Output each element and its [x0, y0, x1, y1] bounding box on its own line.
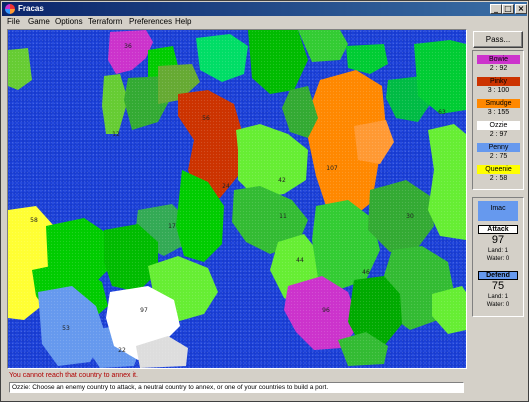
game-map[interactable]: 36 12 56 24 42 107 11 17 44 46 30 63 58 … [7, 29, 467, 369]
player-entry[interactable]: Smudge 3 : 155 [477, 99, 520, 118]
menu-file[interactable]: File [7, 17, 20, 26]
player-score: 2 : 75 [489, 153, 508, 160]
player-score: 3 : 100 [487, 87, 510, 94]
player-list: Bowie 2 : 92 Pinky 3 : 100 Smudge 3 : 15… [472, 50, 524, 190]
player-score: 2 : 58 [489, 175, 508, 182]
player-score: 3 : 155 [487, 109, 510, 116]
country-label: 30 [406, 213, 414, 220]
player-entry[interactable]: Pinky 3 : 100 [477, 77, 520, 96]
country-label: 42 [278, 177, 286, 184]
player-name: Pinky [477, 77, 520, 86]
player-score: 2 : 92 [489, 65, 508, 72]
player-name: Queenie [477, 165, 520, 174]
country-label: 24 [222, 183, 230, 190]
player-name: Penny [477, 143, 520, 152]
status-message: You cannot reach that country to annex i… [9, 372, 138, 379]
menu-bar: File Game Options Terraform Preferences … [2, 16, 527, 29]
country-label: 97 [140, 307, 148, 314]
country-label: 96 [322, 307, 330, 314]
player-entry[interactable]: Bowie 2 : 92 [477, 55, 520, 74]
country-label: 53 [62, 325, 70, 332]
minimize-button[interactable]: _ [490, 4, 502, 14]
country-label: 11 [279, 213, 287, 220]
app-window: Fracas _ □ × File Game Options Terraform… [0, 0, 529, 402]
menu-options[interactable]: Options [55, 17, 83, 26]
country-label: 58 [30, 217, 38, 224]
title-bar: Fracas _ □ × [2, 2, 527, 16]
country-label: 46 [362, 269, 370, 276]
window-title: Fracas [18, 4, 44, 13]
player-entry[interactable]: Ozzie 2 : 97 [477, 121, 520, 140]
current-player-badge: Imac [478, 201, 518, 221]
attack-label: Attack [478, 225, 518, 234]
country-label: 63 [438, 109, 446, 116]
pass-button[interactable]: Pass... [473, 31, 523, 48]
terrain-texture [8, 30, 466, 368]
attack-land: Land: 1 [487, 248, 509, 254]
menu-terraform[interactable]: Terraform [88, 17, 122, 26]
country-label: 17 [168, 223, 176, 230]
maximize-button[interactable]: □ [502, 4, 514, 14]
menu-help[interactable]: Help [175, 17, 191, 26]
country-label: 107 [326, 165, 338, 172]
defend-water: Water: 0 [486, 302, 510, 308]
defend-value: 75 [491, 280, 505, 292]
player-name: Bowie [477, 55, 520, 64]
country-label: 22 [118, 347, 126, 354]
country-label: 12 [112, 131, 120, 138]
defend-land: Land: 1 [487, 294, 509, 300]
instruction-bar: Ozzie: Choose an enemy country to attack… [9, 382, 464, 393]
country-label: 56 [202, 115, 210, 122]
player-score: 2 : 97 [489, 131, 508, 138]
menu-game[interactable]: Game [28, 17, 50, 26]
fracas-app-icon [5, 4, 15, 14]
attack-value: 97 [491, 234, 505, 246]
attack-water: Water: 0 [486, 256, 510, 262]
player-entry[interactable]: Penny 2 : 75 [477, 143, 520, 162]
player-name: Smudge [477, 99, 520, 108]
country-label: 36 [124, 43, 132, 50]
map-canvas[interactable]: 36 12 56 24 42 107 11 17 44 46 30 63 58 … [8, 30, 466, 368]
close-button[interactable]: × [515, 4, 527, 14]
player-name: Ozzie [477, 121, 520, 130]
combat-panel: Imac Attack 97 Land: 1 Water: 0 Defend 7… [472, 197, 524, 317]
country-label: 44 [296, 257, 304, 264]
defend-label: Defend [478, 271, 518, 280]
menu-preferences[interactable]: Preferences [129, 17, 172, 26]
player-entry[interactable]: Queenie 2 : 58 [477, 165, 520, 184]
